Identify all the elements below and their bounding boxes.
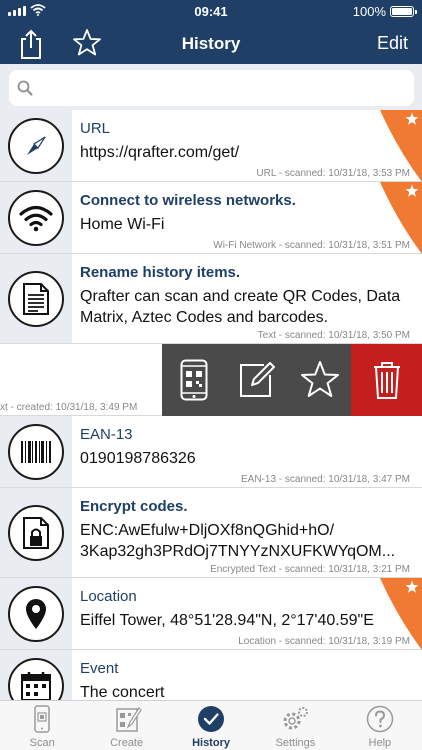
tab-scan[interactable]: Scan <box>0 701 84 750</box>
item-title: Encrypt codes. <box>80 498 188 515</box>
swiped-list-item[interactable]: xt - created: 10/31/18, 3:49 PM <box>0 344 422 416</box>
item-content: ENC:AwEfulw+DljOXf8nQGhid+hO/ 3Kap32gh3P… <box>80 522 396 560</box>
compass-icon <box>8 118 64 174</box>
favorite-star-icon <box>405 184 419 197</box>
tab-label: Create <box>110 737 144 749</box>
favorite-item-button[interactable] <box>288 344 351 416</box>
tab-label: History <box>192 737 230 749</box>
list-item[interactable]: Location Eiffel Tower, 48°51'28.94"N, 2°… <box>0 578 422 650</box>
phone-qr-icon <box>180 359 207 401</box>
tab-create[interactable]: Create <box>84 701 168 750</box>
item-title: Event <box>80 660 119 677</box>
list-item[interactable]: Encrypt codes. ENC:AwEfulw+DljOXf8nQGhid… <box>0 488 422 578</box>
favorite-corner <box>376 110 422 182</box>
list-item[interactable]: EAN-13 0190198786326 EAN-13 - scanned: 1… <box>0 416 422 488</box>
item-content: Qrafter can scan and create QR Codes, Da… <box>80 288 401 326</box>
item-meta: Encrypted Text - scanned: 10/31/18, 3:21… <box>210 564 410 575</box>
phone-scan-icon <box>34 705 50 733</box>
item-title: Connect to wireless networks. <box>80 192 296 209</box>
search-input[interactable] <box>9 70 414 106</box>
question-icon <box>366 705 394 733</box>
list-item[interactable]: Connect to wireless networks. Home Wi-Fi… <box>0 182 422 254</box>
battery-percent: 100% <box>352 4 386 19</box>
favorite-corner <box>376 578 422 650</box>
item-title: URL <box>80 120 111 137</box>
swipe-actions <box>162 344 422 416</box>
wifi-icon <box>8 190 64 246</box>
favorite-star-icon <box>405 112 419 125</box>
item-content: https://qrafter.com/get/ <box>80 144 240 161</box>
battery-icon <box>390 6 417 17</box>
favorite-star-icon <box>405 580 419 593</box>
item-meta: EAN-13 - scanned: 10/31/18, 3:47 PM <box>241 474 410 485</box>
nav-bar: History Edit <box>0 22 422 64</box>
item-content: The concert <box>80 684 165 700</box>
header: 09:41 100% History Edit <box>0 0 422 64</box>
pencil-square-icon <box>239 362 275 397</box>
star-icon <box>300 361 339 397</box>
location-pin-icon <box>8 586 64 642</box>
trash-icon <box>373 362 400 399</box>
search-icon <box>17 80 33 96</box>
list-item[interactable]: URL https://qrafter.com/get/ URL - scann… <box>0 110 422 182</box>
document-icon <box>8 271 64 327</box>
item-content: Eiffel Tower, 48°51'28.94"N, 2°17'40.59"… <box>80 612 374 629</box>
item-content: Home Wi-Fi <box>80 216 165 233</box>
barcode-icon <box>8 424 64 480</box>
item-title: Rename history items. <box>80 264 241 281</box>
status-bar: 09:41 100% <box>0 0 422 22</box>
tab-settings[interactable]: Settings <box>253 701 337 750</box>
edit-button[interactable]: Edit <box>377 33 408 54</box>
item-meta: xt - created: 10/31/18, 3:49 PM <box>0 402 138 413</box>
list-item[interactable]: Rename history items. Qrafter can scan a… <box>0 254 422 344</box>
encrypted-file-icon <box>8 505 64 561</box>
delete-item-button[interactable] <box>351 344 422 416</box>
item-title: EAN-13 <box>80 426 133 443</box>
item-content: 0190198786326 <box>80 450 196 467</box>
tab-label: Settings <box>275 737 316 749</box>
checkmark-icon <box>198 706 225 732</box>
list-item[interactable]: Event The concert <box>0 650 422 700</box>
item-meta: Text - scanned: 10/31/18, 3:50 PM <box>257 330 410 341</box>
tab-label: Scan <box>29 737 55 749</box>
favorite-corner <box>376 182 422 254</box>
gear-icon <box>283 707 309 730</box>
show-code-button[interactable] <box>162 344 225 416</box>
search-bar <box>0 64 422 110</box>
item-title: Location <box>80 588 137 605</box>
tab-label: Help <box>368 737 392 749</box>
edit-item-button[interactable] <box>225 344 288 416</box>
tab-bar: Scan Create History Settings Help <box>0 700 422 750</box>
history-list: URL https://qrafter.com/get/ URL - scann… <box>0 110 422 700</box>
page-title: History <box>181 34 241 53</box>
create-code-icon <box>115 707 142 732</box>
tab-history[interactable]: History <box>169 701 253 750</box>
tab-help[interactable]: Help <box>338 701 422 750</box>
